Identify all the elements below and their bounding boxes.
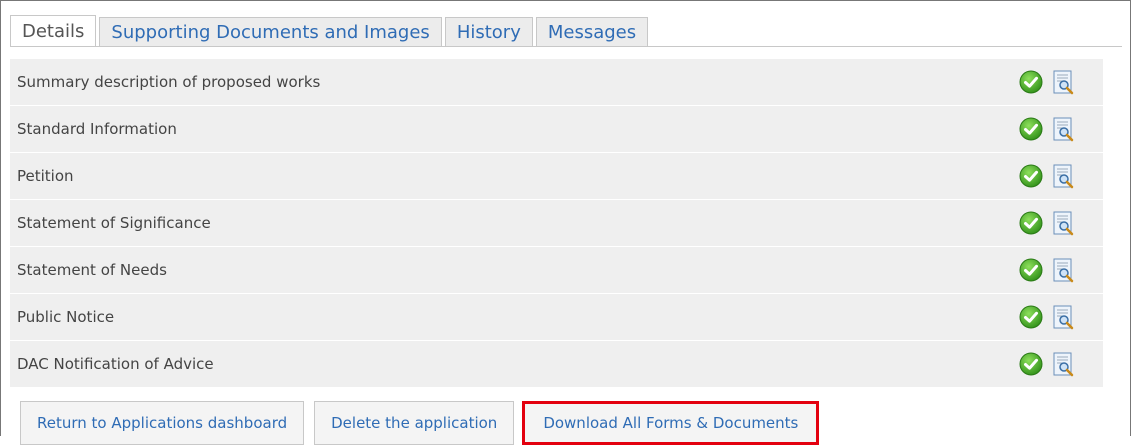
form-row: DAC Notification of Advice bbox=[10, 341, 1103, 388]
form-row: Statement of Needs bbox=[10, 247, 1103, 294]
view-document-icon[interactable] bbox=[1053, 258, 1074, 283]
form-row-icons bbox=[1019, 352, 1074, 377]
tab-history[interactable]: History bbox=[444, 17, 533, 47]
form-row-label: Standard Information bbox=[17, 120, 177, 138]
form-row-icons bbox=[1019, 305, 1074, 330]
view-document-icon[interactable] bbox=[1053, 117, 1074, 142]
form-row: Summary description of proposed works bbox=[10, 59, 1103, 106]
return-to-dashboard-button[interactable]: Return to Applications dashboard bbox=[20, 401, 305, 445]
form-row-label: Statement of Significance bbox=[17, 214, 211, 232]
tab-details[interactable]: Details bbox=[10, 15, 97, 47]
check-circle-icon bbox=[1019, 117, 1043, 141]
form-row-icons bbox=[1019, 164, 1074, 189]
check-circle-icon bbox=[1019, 305, 1043, 329]
tab-divider bbox=[10, 46, 1122, 47]
tab-bar: Details Supporting Documents and Images … bbox=[10, 15, 651, 47]
action-bar: Return to Applications dashboard Delete … bbox=[20, 401, 829, 445]
form-row: Statement of Significance bbox=[10, 200, 1103, 247]
form-row-icons bbox=[1019, 258, 1074, 283]
check-circle-icon bbox=[1019, 70, 1043, 94]
form-row: Public Notice bbox=[10, 294, 1103, 341]
view-document-icon[interactable] bbox=[1053, 164, 1074, 189]
form-row-label: Public Notice bbox=[17, 308, 115, 326]
form-row-label: Summary description of proposed works bbox=[17, 73, 321, 91]
tab-messages[interactable]: Messages bbox=[535, 17, 649, 47]
form-row-icons bbox=[1019, 117, 1074, 142]
form-row-icons bbox=[1019, 70, 1074, 95]
form-row-label: Petition bbox=[17, 167, 74, 185]
view-document-icon[interactable] bbox=[1053, 211, 1074, 236]
form-row: Petition bbox=[10, 153, 1103, 200]
check-circle-icon bbox=[1019, 211, 1043, 235]
download-all-button[interactable]: Download All Forms & Documents bbox=[522, 401, 820, 445]
form-row-label: Statement of Needs bbox=[17, 261, 167, 279]
view-document-icon[interactable] bbox=[1053, 70, 1074, 95]
view-document-icon[interactable] bbox=[1053, 352, 1074, 377]
form-row-icons bbox=[1019, 211, 1074, 236]
check-circle-icon bbox=[1019, 258, 1043, 282]
form-list: Summary description of proposed works Sta… bbox=[10, 59, 1103, 388]
check-circle-icon bbox=[1019, 352, 1043, 376]
tab-supporting-documents[interactable]: Supporting Documents and Images bbox=[99, 17, 442, 47]
form-row: Standard Information bbox=[10, 106, 1103, 153]
delete-application-button[interactable]: Delete the application bbox=[314, 401, 515, 445]
view-document-icon[interactable] bbox=[1053, 305, 1074, 330]
application-panel: Details Supporting Documents and Images … bbox=[0, 0, 1131, 445]
check-circle-icon bbox=[1019, 164, 1043, 188]
form-row-label: DAC Notification of Advice bbox=[17, 355, 214, 373]
